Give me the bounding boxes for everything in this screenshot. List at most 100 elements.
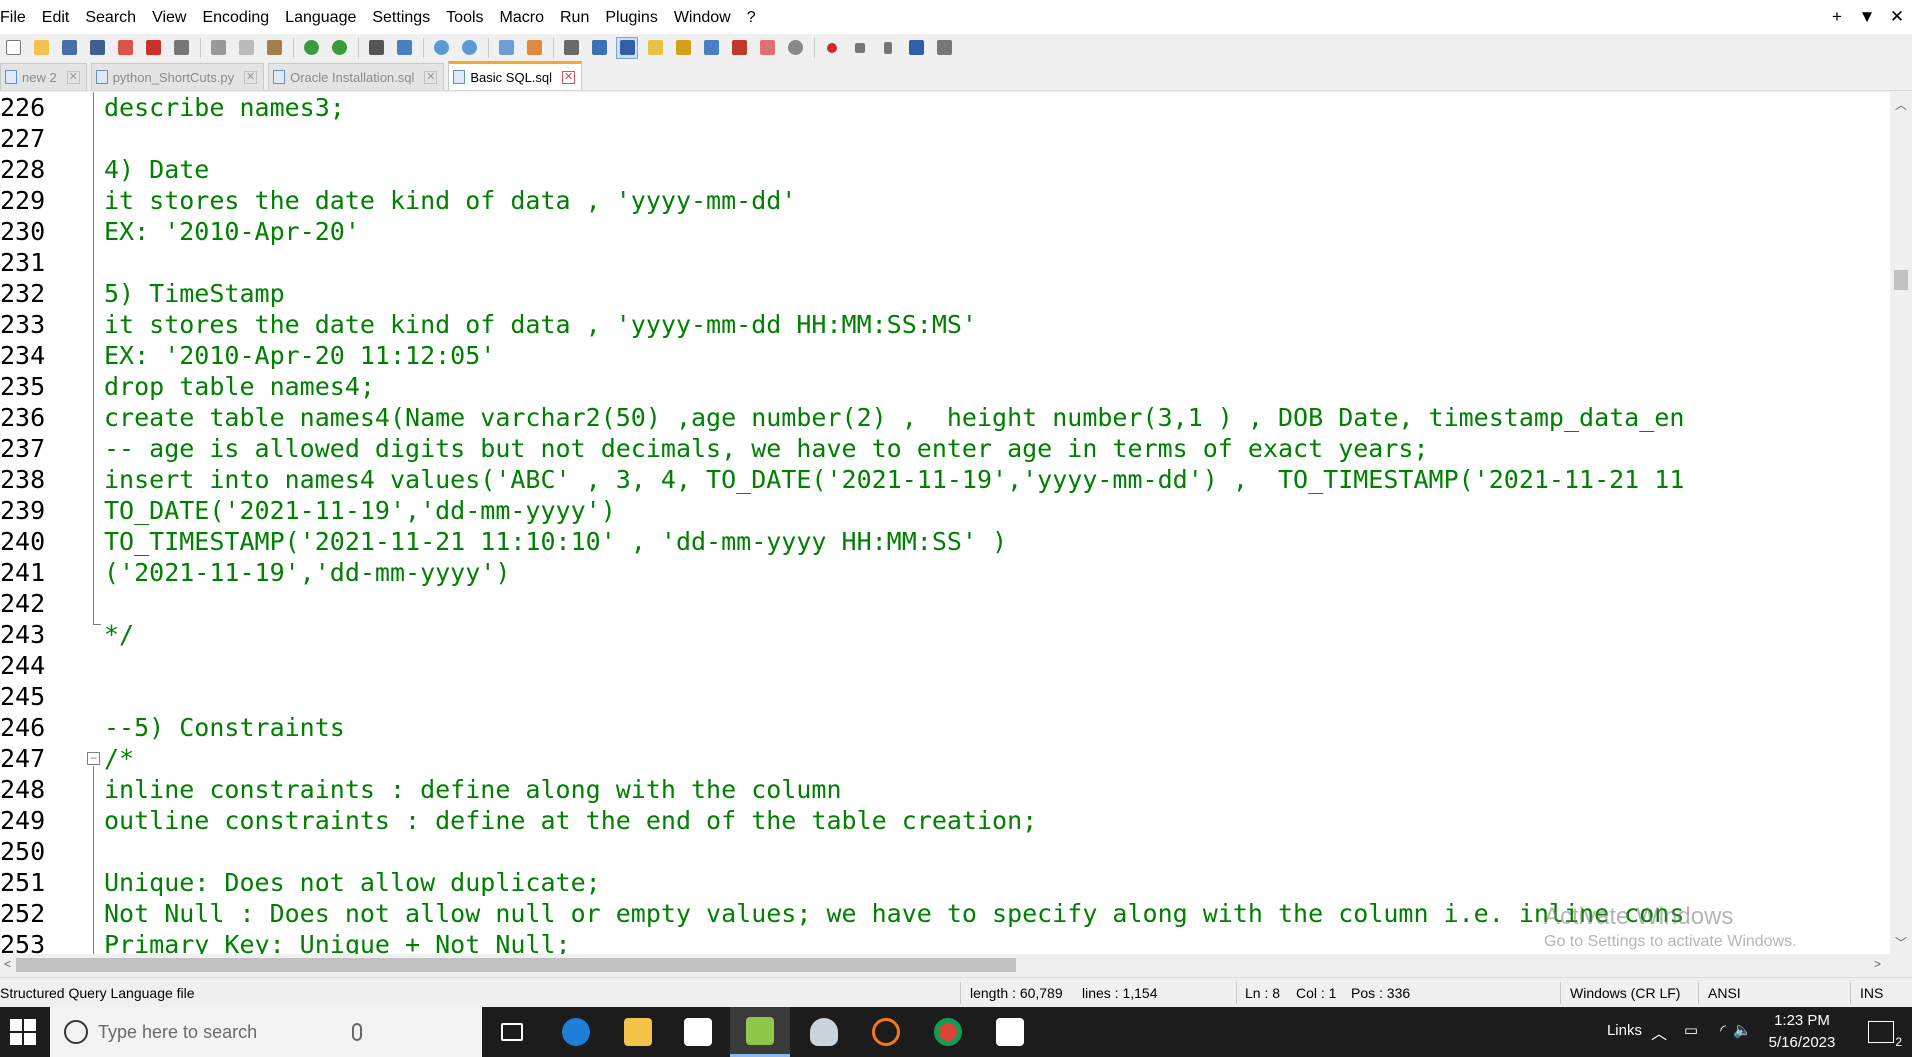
code-line[interactable]: 238 insert into names4 values('ABC' , 3, … — [0, 464, 1890, 495]
menu-run[interactable]: Run — [552, 0, 597, 34]
close-all-icon[interactable] — [142, 37, 164, 59]
photos-app-icon[interactable] — [980, 1007, 1040, 1057]
user-defined-language-icon[interactable] — [672, 37, 694, 59]
word-wrap-icon[interactable] — [560, 37, 582, 59]
code-line[interactable]: 249 outline constraints : define at the e… — [0, 805, 1890, 836]
windows-start-icon[interactable] — [10, 1019, 36, 1045]
edge-browser-icon[interactable] — [546, 1007, 606, 1057]
links-toolbar[interactable]: Links — [1607, 1022, 1642, 1039]
menu-edit[interactable]: Edit — [34, 0, 78, 34]
save-all-icon[interactable] — [86, 37, 108, 59]
code-line[interactable]: 239 TO_DATE('2021-11-19','dd-mm-yyyy') — [0, 495, 1890, 526]
horizontal-scroll-thumb[interactable] — [16, 958, 1016, 972]
close-tab-icon[interactable]: ✕ — [66, 70, 80, 84]
code-line[interactable]: 246 --5) Constraints — [0, 712, 1890, 743]
close-icon[interactable] — [114, 37, 136, 59]
redo-icon[interactable] — [328, 37, 350, 59]
code-line[interactable]: 233 it stores the date kind of data , 'yy… — [0, 309, 1890, 340]
replace-icon[interactable] — [393, 37, 415, 59]
wifi-icon[interactable]: ◜ — [1720, 1021, 1726, 1039]
menu-language[interactable]: Language — [277, 0, 364, 34]
code-line[interactable]: 236 create table names4(Name varchar2(50)… — [0, 402, 1890, 433]
menu-plugins[interactable]: Plugins — [597, 0, 665, 34]
folder-workspace-icon[interactable] — [756, 37, 778, 59]
scroll-up-icon[interactable]: ︿ — [1890, 96, 1912, 113]
code-line[interactable]: 234 EX: '2010-Apr-20 11:12:05' — [0, 340, 1890, 371]
code-line[interactable]: 247 /* — [0, 743, 1890, 774]
microphone-icon[interactable] — [352, 1023, 362, 1041]
sync-vertical-icon[interactable] — [495, 37, 517, 59]
tab-basic-sql[interactable]: Basic SQL.sql ✕ — [448, 61, 583, 90]
new-file-icon[interactable] — [2, 37, 24, 59]
indent-guide-icon[interactable] — [616, 36, 638, 59]
taskbar-search-box[interactable]: Type here to search — [50, 1007, 482, 1057]
task-view-icon[interactable] — [482, 1007, 542, 1057]
menu-settings[interactable]: Settings — [364, 0, 438, 34]
code-line[interactable]: 231 — [0, 247, 1890, 278]
function-list-icon[interactable] — [728, 37, 750, 59]
code-line[interactable]: 241 ('2021-11-19','dd-mm-yyyy') — [0, 557, 1890, 588]
scroll-down-icon[interactable]: ﹀ — [1890, 934, 1912, 951]
close-tab-icon[interactable]: ✕ — [562, 70, 576, 84]
code-line[interactable]: 228 4) Date — [0, 154, 1890, 185]
notepadpp-taskbar-icon[interactable] — [730, 1007, 790, 1057]
record-macro-icon[interactable] — [821, 37, 843, 59]
find-icon[interactable] — [365, 37, 387, 59]
volume-icon[interactable]: 🔈 — [1733, 1021, 1752, 1039]
menu-help[interactable]: ? — [739, 0, 764, 34]
paste-icon[interactable] — [263, 37, 285, 59]
language-icon[interactable] — [644, 37, 666, 59]
run-macro-multiple-icon[interactable] — [905, 37, 927, 59]
clock-time[interactable]: 1:23 PM — [1762, 1012, 1842, 1029]
code-line[interactable]: 248 inline constraints : define along wit… — [0, 774, 1890, 805]
menu-file[interactable]: File — [0, 0, 34, 34]
print-icon[interactable] — [170, 37, 192, 59]
code-line[interactable]: 251 Unique: Does not allow duplicate; — [0, 867, 1890, 898]
zoom-out-icon[interactable] — [458, 37, 480, 59]
code-line[interactable]: 245 — [0, 681, 1890, 712]
save-icon[interactable] — [58, 37, 80, 59]
code-line[interactable]: 250 — [0, 836, 1890, 867]
menu-view[interactable]: View — [144, 0, 194, 34]
menu-macro[interactable]: Macro — [492, 0, 552, 34]
code-line[interactable]: 235 drop table names4; — [0, 371, 1890, 402]
menu-tools[interactable]: Tools — [438, 0, 491, 34]
code-line[interactable]: 243 */ — [0, 619, 1890, 650]
fold-collapse-icon[interactable]: − — [87, 752, 100, 765]
code-editor[interactable]: 226 describe names3; 227 228 4) Date 229 it st… — [0, 92, 1890, 954]
code-line[interactable]: 230 EX: '2010-Apr-20' — [0, 216, 1890, 247]
menu-window[interactable]: Window — [666, 0, 739, 34]
scroll-right-icon[interactable]: > — [1874, 954, 1881, 974]
chevron-up-icon[interactable]: ︿ — [1651, 1020, 1667, 1044]
code-line[interactable]: 226 describe names3; — [0, 92, 1890, 123]
code-line[interactable]: 242 — [0, 588, 1890, 619]
monitoring-eye-icon[interactable] — [784, 37, 806, 59]
menu-search[interactable]: Search — [77, 0, 144, 34]
close-tab-icon[interactable]: ✕ — [424, 70, 438, 84]
file-explorer-icon[interactable] — [608, 1007, 668, 1057]
copy-icon[interactable] — [235, 37, 257, 59]
show-all-chars-icon[interactable] — [588, 37, 610, 59]
clock-date[interactable]: 5/16/2023 — [1762, 1034, 1842, 1051]
database-app-icon[interactable] — [794, 1007, 854, 1057]
play-macro-icon[interactable] — [877, 37, 899, 59]
document-map-icon[interactable] — [700, 37, 722, 59]
scroll-left-icon[interactable]: < — [4, 954, 11, 974]
cut-icon[interactable] — [207, 37, 229, 59]
zoom-in-icon[interactable] — [430, 37, 452, 59]
close-doc-button[interactable]: ✕ — [1882, 7, 1912, 27]
horizontal-scrollbar[interactable]: < > — [0, 954, 1890, 974]
code-line[interactable]: 237 -- age is allowed digits but not deci… — [0, 433, 1890, 464]
code-line[interactable]: 227 — [0, 123, 1890, 154]
tab-oracle-installation[interactable]: Oracle Installation.sql ✕ — [268, 63, 445, 90]
open-file-icon[interactable] — [30, 37, 52, 59]
menu-encoding[interactable]: Encoding — [194, 0, 277, 34]
undo-icon[interactable] — [300, 37, 322, 59]
code-line[interactable]: 244 — [0, 650, 1890, 681]
stop-macro-icon[interactable] — [849, 37, 871, 59]
battery-icon[interactable]: ▭ — [1684, 1021, 1698, 1039]
tab-list-button[interactable]: ▼ — [1852, 7, 1882, 27]
microsoft-store-icon[interactable] — [668, 1007, 728, 1057]
jupyter-icon[interactable] — [856, 1007, 916, 1057]
sync-horizontal-icon[interactable] — [523, 37, 545, 59]
